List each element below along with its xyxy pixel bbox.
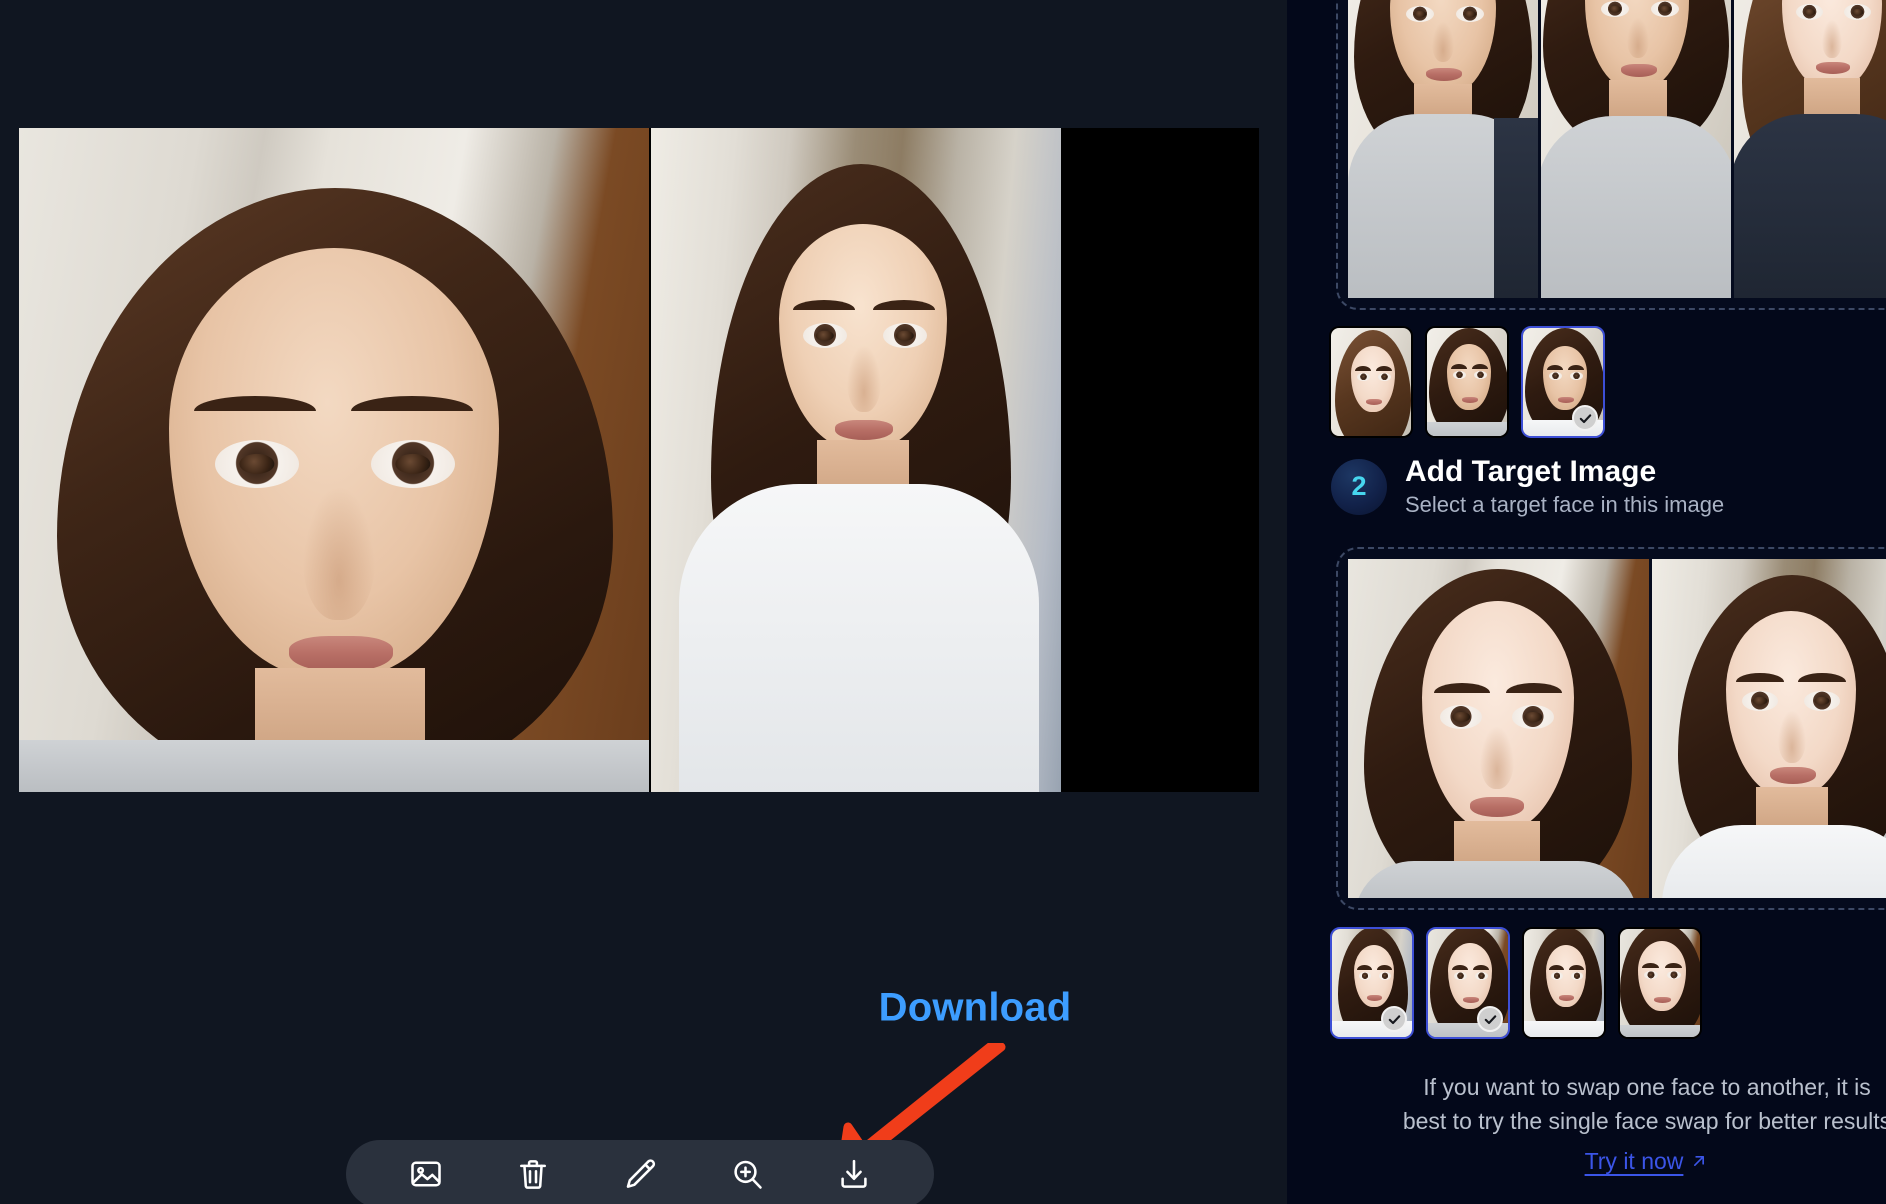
selected-check-badge — [1477, 1006, 1503, 1032]
step-number-badge: 2 — [1331, 458, 1387, 515]
eye-left — [215, 440, 299, 488]
controls-pane: 2 Add Target Image Select a target face … — [1287, 0, 1886, 1204]
target-face-thumbnail-strip — [1330, 927, 1702, 1039]
target-face-thumbnail[interactable] — [1330, 927, 1414, 1039]
target-face-thumbnail[interactable] — [1426, 927, 1510, 1039]
source-face-cell — [1541, 0, 1731, 298]
source-face-thumbnail[interactable] — [1329, 326, 1413, 438]
source-face-thumbnail[interactable] — [1425, 326, 1509, 438]
selected-check-badge — [1381, 1006, 1407, 1032]
download-callout-label: Download — [878, 985, 1072, 1030]
eye-left — [803, 323, 847, 348]
hint-line-1: If you want to swap one face to another,… — [1423, 1074, 1871, 1100]
step-2-header: 2 Add Target Image Select a target face … — [1331, 455, 1724, 518]
portrait-medium — [651, 128, 1061, 792]
result-image[interactable] — [19, 128, 1259, 792]
source-face-thumbnail[interactable] — [1521, 326, 1605, 438]
result-image-right-half — [651, 128, 1061, 792]
eye-right — [371, 440, 455, 488]
target-face-thumbnail[interactable] — [1522, 927, 1606, 1039]
try-it-now-label: Try it now — [1584, 1148, 1684, 1174]
source-image-upload-card[interactable] — [1336, 0, 1886, 310]
clothing — [679, 484, 1039, 792]
nose — [303, 488, 375, 620]
change-image-button[interactable] — [400, 1148, 452, 1200]
trash-icon — [515, 1156, 551, 1192]
delete-button[interactable] — [507, 1148, 559, 1200]
eye-right — [883, 323, 927, 348]
step-title: Add Target Image — [1405, 455, 1657, 488]
portrait-closeup — [19, 128, 649, 792]
neck — [255, 668, 425, 748]
try-it-now-link[interactable]: Try it now — [1585, 1144, 1710, 1178]
face-swap-app: Download 2 Add Target Image Select a tar… — [0, 0, 1886, 1204]
image-toolbar — [346, 1140, 934, 1204]
source-image-preview — [1348, 0, 1886, 298]
image-icon — [408, 1156, 444, 1192]
clothing — [19, 740, 649, 792]
target-image-preview — [1348, 559, 1886, 898]
mouth — [289, 636, 393, 672]
selected-check-badge — [1572, 405, 1598, 431]
step-text-group: Add Target Image Select a target face in… — [1405, 455, 1724, 518]
download-icon — [836, 1156, 872, 1192]
step-subtitle: Select a target face in this image — [1405, 492, 1725, 517]
zoom-in-icon — [729, 1156, 765, 1192]
target-face-thumbnail[interactable] — [1618, 927, 1702, 1039]
hint-line-2: best to try the single face swap for bet… — [1402, 1108, 1886, 1134]
result-pane: Download — [0, 0, 1287, 1204]
single-face-swap-hint: If you want to swap one face to another,… — [1337, 1070, 1886, 1178]
source-face-cell — [1348, 0, 1538, 298]
target-face-cell — [1348, 559, 1649, 898]
edit-button[interactable] — [614, 1148, 666, 1200]
external-link-arrow-icon — [1689, 1151, 1709, 1171]
target-image-upload-card[interactable] — [1336, 547, 1886, 910]
download-button[interactable] — [828, 1148, 880, 1200]
source-face-thumbnail-strip — [1329, 326, 1605, 438]
source-face-cell — [1734, 0, 1886, 298]
nose — [847, 346, 881, 412]
zoom-button[interactable] — [721, 1148, 773, 1200]
target-face-cell — [1651, 559, 1886, 898]
result-image-left-half — [19, 128, 649, 792]
mouth — [835, 420, 893, 440]
pencil-icon — [622, 1156, 658, 1192]
